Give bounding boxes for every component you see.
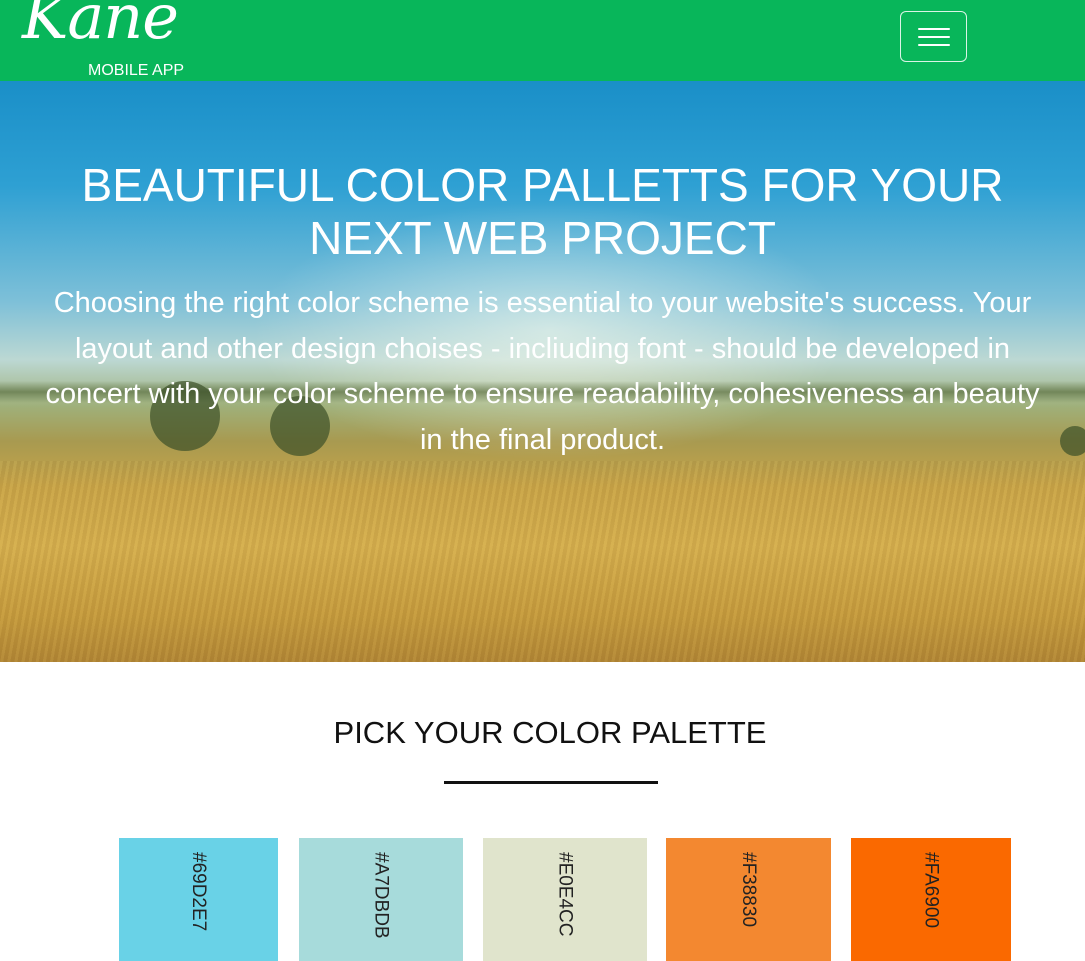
hero-description: Choosing the right color scheme is essen… — [45, 287, 1040, 456]
brand-logo-subtitle: MOBILE APP — [88, 62, 185, 79]
brand-logo[interactable]: Kane MOBILE APP — [20, 0, 220, 81]
hamburger-menu-icon-bar — [918, 36, 950, 38]
hero-wheat-field — [0, 461, 1085, 662]
color-swatch[interactable]: #FA6900 — [851, 838, 1011, 961]
color-swatch-label: #69D2E7 — [188, 852, 209, 932]
color-swatch-label: #F38830 — [738, 852, 759, 928]
hero-tree — [1060, 426, 1085, 456]
color-swatch[interactable]: #F38830 — [666, 838, 831, 961]
hero-title: BEAUTIFUL COLOR PALLETTS FOR YOUR NEXT W… — [81, 159, 1004, 264]
hero-banner: BEAUTIFUL COLOR PALLETTS FOR YOUR NEXT W… — [0, 81, 1085, 662]
hamburger-menu-button[interactable] — [900, 11, 967, 62]
brand-logo-script: Kane — [22, 0, 179, 53]
color-swatch-label: #E0E4CC — [554, 852, 576, 937]
color-swatch-label: #FA6900 — [920, 852, 942, 929]
hamburger-menu-icon-bar — [918, 44, 950, 46]
hamburger-menu-icon — [918, 28, 950, 30]
top-navbar: Kane MOBILE APP — [0, 0, 1085, 81]
color-swatch[interactable]: #69D2E7 — [119, 838, 278, 961]
palette-section-title: PICK YOUR COLOR PALETTE — [333, 715, 767, 750]
section-divider — [444, 781, 658, 784]
color-swatch[interactable]: #E0E4CC — [483, 838, 647, 961]
color-swatch-label: #A7DBDB — [370, 852, 392, 939]
color-swatch[interactable]: #A7DBDB — [299, 838, 463, 961]
